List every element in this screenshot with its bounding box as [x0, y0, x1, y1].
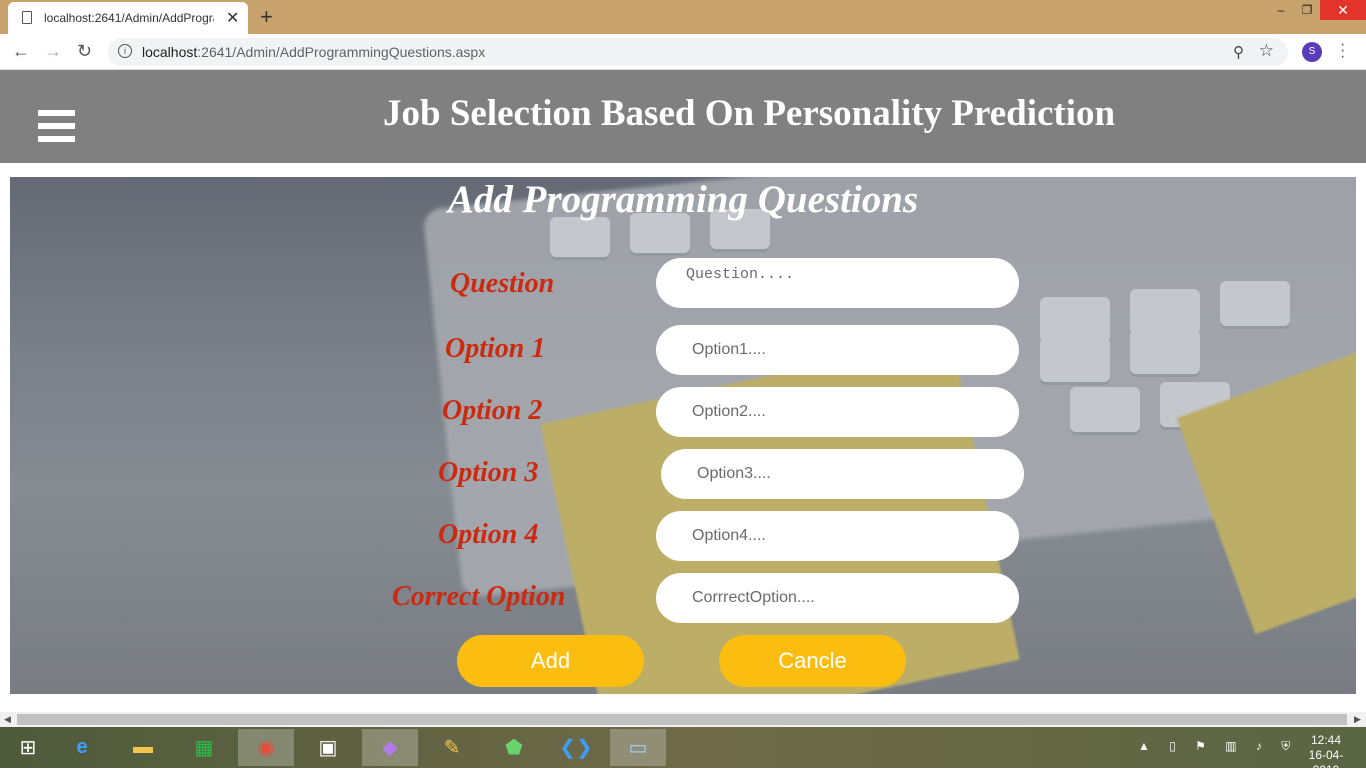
file-explorer-icon[interactable]: ▬: [115, 729, 171, 766]
house-app-icon[interactable]: ⬟: [486, 729, 542, 766]
option2-label: Option 2: [442, 395, 543, 426]
command-prompt-icon[interactable]: ▣: [300, 729, 356, 766]
url-text[interactable]: localhost:2641/Admin/AddProgrammingQuest…: [142, 44, 485, 60]
store-icon[interactable]: ▦: [176, 729, 232, 766]
question-label: Question: [450, 268, 555, 299]
option4-label: Option 4: [438, 519, 539, 550]
info-icon[interactable]: i: [118, 44, 132, 58]
tab-title: localhost:2641/Admin/AddProgra: [44, 11, 214, 25]
close-window-icon[interactable]: ✕: [1320, 0, 1366, 20]
browser-tabstrip: localhost:2641/Admin/AddProgra ✕ + – ❐ ✕: [0, 0, 1366, 34]
question-input[interactable]: [656, 258, 1019, 308]
horizontal-scrollbar[interactable]: ◀ ▶: [0, 712, 1366, 727]
chrome-icon[interactable]: ◉: [238, 729, 294, 766]
bookmark-star-icon[interactable]: ☆: [1259, 41, 1274, 61]
profile-avatar[interactable]: S: [1302, 42, 1322, 62]
system-tray[interactable]: ▲ ▯ ⚑ ▥ ♪ ⛨: [1138, 739, 1298, 754]
minimize-icon[interactable]: –: [1268, 0, 1294, 20]
windows-start-icon[interactable]: ⊞: [0, 729, 56, 766]
correct-option-label: Correct Option: [392, 581, 566, 612]
vscode-icon[interactable]: ❮❯: [548, 729, 604, 766]
internet-explorer-icon[interactable]: e: [54, 729, 110, 766]
clock-date: 16-04-2019: [1308, 748, 1344, 777]
add-button[interactable]: Add: [457, 635, 644, 687]
taskbar: ⊞ e ▬ ▦ ◉ ▣ ◆ ✎ ⬟ ❮❯ ▭ ▲ ▯ ⚑ ▥ ♪ ⛨ 12:44…: [0, 727, 1366, 777]
option4-input[interactable]: [656, 511, 1019, 561]
option1-label: Option 1: [445, 333, 546, 364]
page-icon: [22, 11, 32, 24]
scroll-left-icon[interactable]: ◀: [4, 714, 11, 725]
browser-toolbar: ← → ↻ i localhost:2641/Admin/AddProgramm…: [0, 34, 1366, 70]
forward-arrow-icon[interactable]: →: [44, 41, 62, 62]
taskbar-clock[interactable]: 12:44 16-04-2019: [1296, 733, 1356, 778]
scrollbar-thumb[interactable]: [17, 714, 1347, 725]
site-header: Job Selection Based On Personality Predi…: [0, 70, 1366, 163]
form-panel: Add Programming Questions Question Optio…: [10, 177, 1356, 694]
visual-studio-icon[interactable]: ◆: [362, 729, 418, 766]
tools-icon[interactable]: ✎: [424, 729, 480, 766]
option3-label: Option 3: [438, 457, 539, 488]
form-title: Add Programming Questions: [447, 178, 919, 221]
address-bar[interactable]: i localhost:2641/Admin/AddProgrammingQue…: [108, 38, 1288, 66]
cancel-button[interactable]: Cancle: [719, 635, 906, 687]
photos-icon[interactable]: ▭: [610, 729, 666, 766]
new-tab-icon[interactable]: +: [260, 4, 273, 30]
site-title: Job Selection Based On Personality Predi…: [383, 93, 1116, 134]
web-page: Job Selection Based On Personality Predi…: [0, 70, 1366, 712]
back-arrow-icon[interactable]: ←: [12, 41, 30, 62]
restore-icon[interactable]: ❐: [1294, 0, 1320, 20]
reload-icon[interactable]: ↻: [77, 41, 92, 62]
hamburger-menu-icon[interactable]: [38, 110, 75, 144]
url-path: :2641/Admin/AddProgrammingQuestions.aspx: [197, 44, 486, 60]
browser-menu-icon[interactable]: · · ·: [1340, 37, 1345, 65]
option1-input[interactable]: [656, 325, 1019, 375]
option3-input[interactable]: [661, 449, 1024, 499]
clock-time: 12:44: [1310, 733, 1342, 747]
option2-input[interactable]: [656, 387, 1019, 437]
url-host: localhost: [142, 44, 198, 60]
window-controls: – ❐ ✕: [1268, 0, 1366, 22]
close-tab-icon[interactable]: ✕: [226, 8, 239, 28]
scroll-right-icon[interactable]: ▶: [1354, 714, 1361, 725]
zoom-icon[interactable]: ⚲: [1233, 43, 1244, 61]
correct-option-input[interactable]: [656, 573, 1019, 623]
browser-tab[interactable]: localhost:2641/Admin/AddProgra ✕: [8, 2, 248, 34]
